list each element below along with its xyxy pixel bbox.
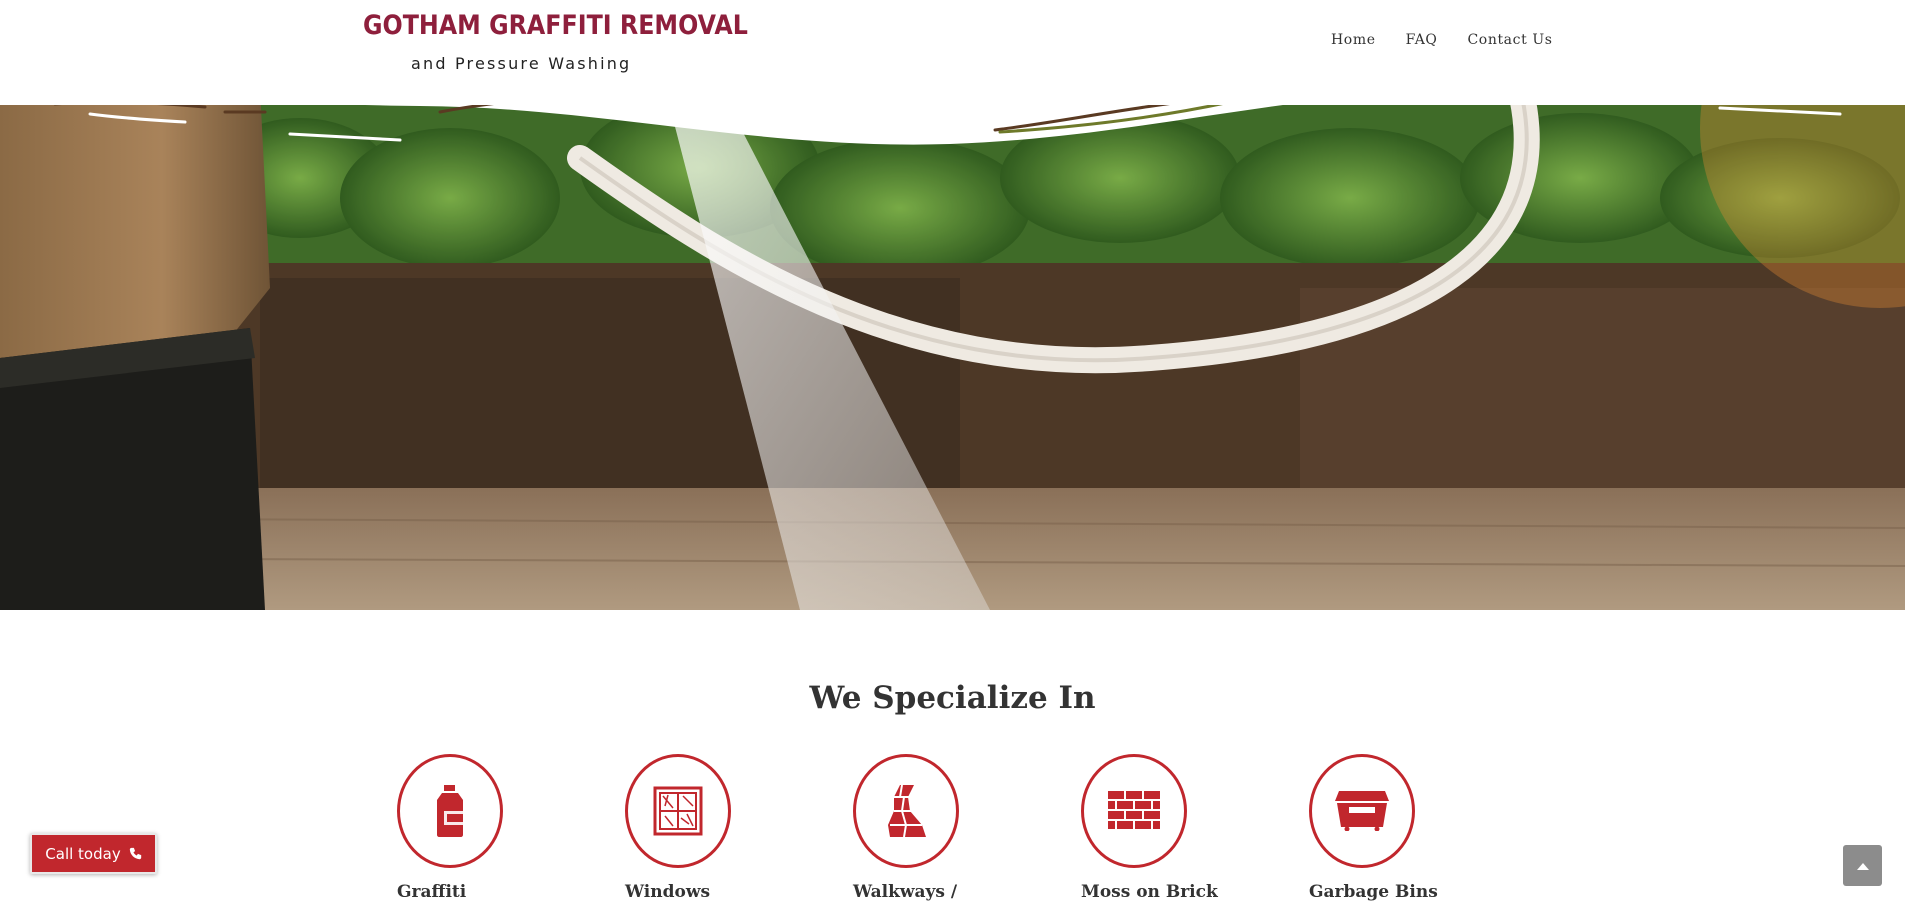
service-label: Moss on Brick: [1081, 882, 1218, 902]
dumpster-icon: [1335, 791, 1389, 831]
spray-can-icon: [437, 785, 463, 837]
nav-item-home[interactable]: Home: [1331, 32, 1376, 48]
brand-logo[interactable]: GOTHAM GRAFFITI REMOVAL and Pressure Was…: [363, 10, 748, 80]
brand-title: GOTHAM GRAFFITI REMOVAL: [363, 10, 748, 41]
service-icon-circle: [1081, 754, 1187, 868]
service-icon-circle: [853, 754, 959, 868]
service-icon-circle: [625, 754, 731, 868]
service-icon-circle: [397, 754, 503, 868]
service-graffiti[interactable]: Graffiti: [397, 754, 507, 902]
main-nav: Home FAQ Contact Us: [1331, 32, 1583, 48]
call-today-label: Call today: [45, 844, 121, 863]
service-windows[interactable]: Windows: [625, 754, 735, 902]
nav-item-faq[interactable]: FAQ: [1406, 32, 1438, 48]
service-walkways[interactable]: Walkways /: [853, 754, 963, 902]
scroll-to-top-button[interactable]: [1843, 845, 1882, 886]
site-header: GOTHAM GRAFFITI REMOVAL and Pressure Was…: [0, 0, 1905, 105]
service-icon-circle: [1309, 754, 1415, 868]
service-label: Windows: [625, 882, 711, 902]
window-icon: [653, 786, 703, 836]
call-today-button[interactable]: Call today: [30, 833, 157, 874]
section-heading: We Specialize In: [809, 680, 1096, 716]
hero-pressure-washing-photo: [0, 88, 1905, 610]
walkway-icon: [888, 785, 926, 837]
service-label: Graffiti: [397, 882, 467, 902]
phone-icon: [129, 847, 141, 860]
service-label: Garbage Bins: [1309, 882, 1438, 902]
brick-wall-icon: [1108, 791, 1160, 829]
brand-subtitle: and Pressure Washing: [411, 54, 632, 73]
service-garbage-bins[interactable]: Garbage Bins: [1309, 754, 1438, 902]
hero-image: [0, 88, 1905, 610]
nav-item-contact-us[interactable]: Contact Us: [1468, 32, 1553, 48]
service-moss-on-brick[interactable]: Moss on Brick: [1081, 754, 1218, 902]
service-label: Walkways /: [853, 882, 958, 902]
chevron-up-icon: [1856, 862, 1869, 870]
